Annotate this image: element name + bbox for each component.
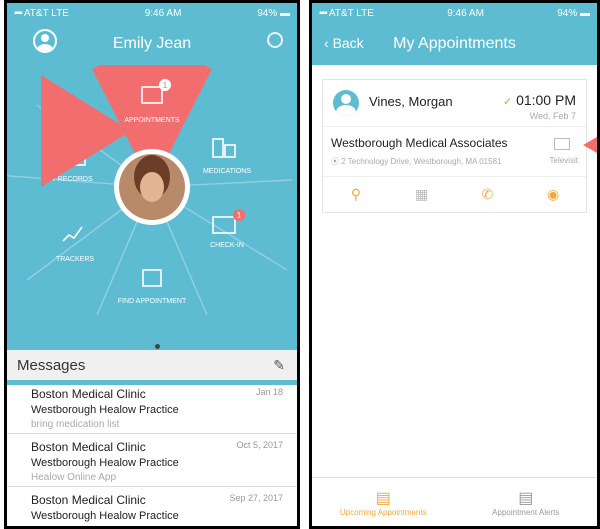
clock: 9:46 AM	[144, 7, 182, 19]
message-date: Oct 5, 2017	[236, 440, 283, 450]
clock: 9:46 AM	[447, 7, 484, 19]
appointments-badge: 1	[163, 81, 168, 90]
compose-icon[interactable]: ✎	[273, 357, 285, 374]
message-item[interactable]: Boston Medical Clinic Jan 18 Westborough…	[7, 381, 297, 434]
page-dot-2[interactable]	[155, 344, 160, 349]
home-header-area: ▪▪▪ AT&T LTE 9:46 AM 94% ▬ Emily Jean	[7, 3, 297, 65]
profile-icon[interactable]	[33, 29, 57, 53]
message-item[interactable]: Boston Medical Clinic Oct 5, 2017 Westbo…	[7, 434, 297, 487]
home-header: Emily Jean	[7, 23, 297, 65]
carrier-label: ▪▪▪ AT&T LTE	[14, 7, 69, 19]
tab-bar: ▤ Upcoming Appointments ▤ Appointment Al…	[312, 477, 597, 526]
home-screen: ▪▪▪ AT&T LTE 9:46 AM 94% ▬ Emily Jean 1 …	[4, 0, 300, 529]
message-date: Sep 27, 2017	[229, 493, 283, 503]
facility-address: ⦿ 2 Technology Drive, Westborough, MA 01…	[331, 157, 502, 166]
appointments-screen: ▪▪▪ AT&T LTE 9:46 AM 94% ▬ ‹ Back My App…	[309, 0, 600, 529]
message-preview: bring medication list	[31, 419, 120, 430]
carrier-label: ▪▪▪ AT&T LTE	[319, 7, 374, 19]
trackers-label[interactable]: TRACKERS	[56, 256, 94, 263]
appointment-date: Wed, Feb 7	[529, 111, 576, 121]
appointment-time: ✓ 01:00 PM	[502, 92, 576, 108]
phone-icon[interactable]: ✆	[455, 186, 521, 203]
message-preview: Healow Online App	[31, 472, 117, 483]
status-bar: ▪▪▪ AT&T LTE 9:46 AM 94% ▬	[312, 3, 597, 23]
card-actions: ⚲ ▦ ✆ ◉	[323, 176, 586, 211]
provider-name: Vines, Morgan	[369, 94, 453, 109]
tab-appointment-alerts[interactable]: ▤ Appointment Alerts	[455, 478, 598, 526]
message-clinic: Boston Medical Clinic	[31, 387, 146, 401]
message-date: Jan 18	[255, 387, 283, 397]
map-pin-icon[interactable]: ⚲	[323, 186, 389, 203]
battery-label: 94% ▬	[257, 7, 290, 19]
pointer-arrow-small	[583, 137, 597, 153]
battery-label: 94% ▬	[557, 7, 590, 19]
messages-header: Messages ✎	[7, 350, 297, 380]
settings-gear-icon[interactable]	[267, 32, 283, 48]
provider-avatar-icon	[333, 90, 359, 116]
view-eye-icon[interactable]: ◉	[520, 186, 586, 203]
messages-title: Messages	[17, 356, 86, 374]
message-practice: Westborough Healow Practice	[31, 404, 179, 416]
user-name: Emily Jean	[112, 35, 192, 52]
location-pin-icon: ⦿	[331, 157, 339, 166]
visit-type: Televisit	[549, 156, 578, 165]
facility-name: Westborough Medical Associates	[331, 136, 508, 150]
video-camera-icon	[554, 138, 570, 150]
photo-face	[140, 172, 164, 202]
find-appointment-label[interactable]: FIND APPOINTMENT	[118, 298, 187, 305]
appointments-title: My Appointments	[393, 35, 516, 52]
message-practice: Westborough Healow Practice	[31, 510, 179, 522]
checkin-badge: 1	[237, 211, 242, 220]
appointments-header: ‹ Back My Appointments	[312, 23, 597, 65]
back-button[interactable]: ‹ Back	[324, 35, 364, 51]
status-bar: ▪▪▪ AT&T LTE 9:46 AM 94% ▬	[7, 3, 297, 23]
tab-upcoming-label: Upcoming Appointments	[339, 507, 427, 517]
page-dot-1[interactable]	[144, 344, 149, 349]
tab-alerts-label: Appointment Alerts	[492, 507, 560, 517]
message-practice: Westborough Healow Practice	[31, 457, 179, 469]
appointments-header-area: ▪▪▪ AT&T LTE 9:46 AM 94% ▬ ‹ Back My App…	[312, 3, 597, 65]
calendar-bell-icon: ▤	[518, 489, 534, 507]
pointer-arrow	[41, 75, 131, 187]
message-item[interactable]: Boston Medical Clinic Sep 27, 2017 Westb…	[7, 487, 297, 526]
appointment-card[interactable]: Vines, Morgan ✓ 01:00 PM Wed, Feb 7 West…	[322, 79, 587, 213]
appointments-label[interactable]: APPOINTMENTS	[124, 117, 180, 124]
calendar-clock-icon: ▤	[375, 489, 391, 507]
checkin-label[interactable]: CHECK-IN	[210, 242, 244, 249]
medications-label[interactable]: MEDICATIONS	[203, 168, 251, 175]
qr-code-icon[interactable]: ▦	[389, 186, 455, 203]
tab-upcoming-appointments[interactable]: ▤ Upcoming Appointments	[312, 478, 455, 526]
